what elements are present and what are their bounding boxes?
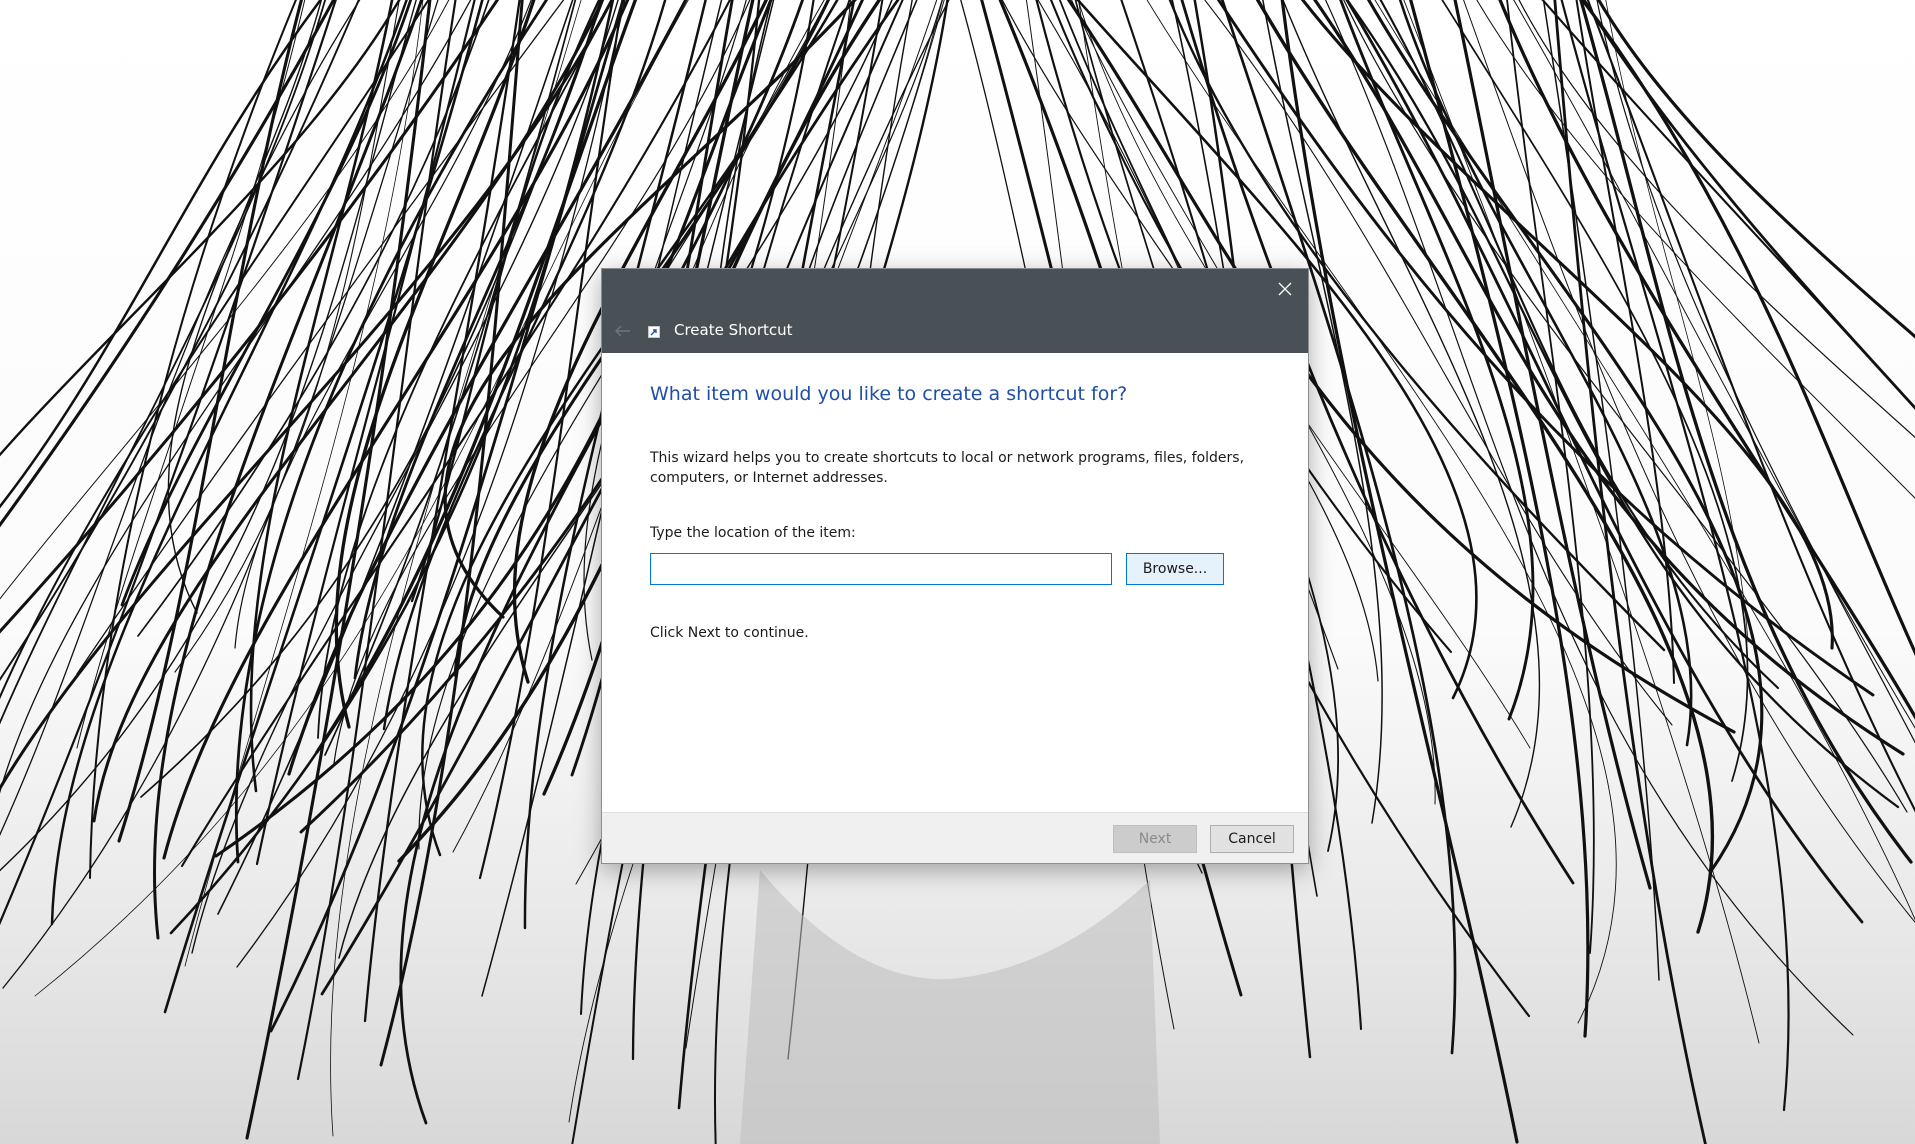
shortcut-icon [648, 326, 660, 338]
create-shortcut-dialog: Create Shortcut What item would you like… [602, 269, 1308, 863]
continue-text: Click Next to continue. [650, 625, 809, 641]
cancel-button[interactable]: Cancel [1210, 825, 1294, 853]
wizard-heading: What item would you like to create a sho… [650, 383, 1128, 405]
wizard-content: What item would you like to create a sho… [602, 353, 1308, 812]
back-arrow-icon [615, 325, 630, 337]
hair-strand-line [1453, 0, 1652, 890]
location-input[interactable] [650, 553, 1112, 585]
location-label: Type the location of the item: [650, 525, 856, 541]
next-button[interactable]: Next [1113, 825, 1197, 853]
hair-strand-line [1282, 0, 1541, 828]
hair-strand-line [1560, 0, 1790, 1112]
hair-strand-line [167, 0, 322, 614]
hair-strand-line [379, 0, 524, 1067]
hair-strand-line [1579, 0, 1913, 864]
browse-button[interactable]: Browse... [1126, 553, 1224, 585]
dialog-footer: Next Cancel [602, 812, 1308, 863]
hair-strand-line [217, 0, 574, 915]
hair-strand-line [1312, 0, 1905, 756]
title-bar: Create Shortcut [602, 269, 1308, 353]
wizard-description: This wizard helps you to create shortcut… [650, 450, 1245, 486]
desktop: Create Shortcut What item would you like… [0, 0, 1915, 1144]
dialog-title: Create Shortcut [674, 321, 793, 339]
hair-strand-line [0, 0, 361, 836]
back-button[interactable] [608, 317, 638, 345]
close-icon [1278, 282, 1292, 296]
close-button[interactable] [1262, 269, 1308, 309]
